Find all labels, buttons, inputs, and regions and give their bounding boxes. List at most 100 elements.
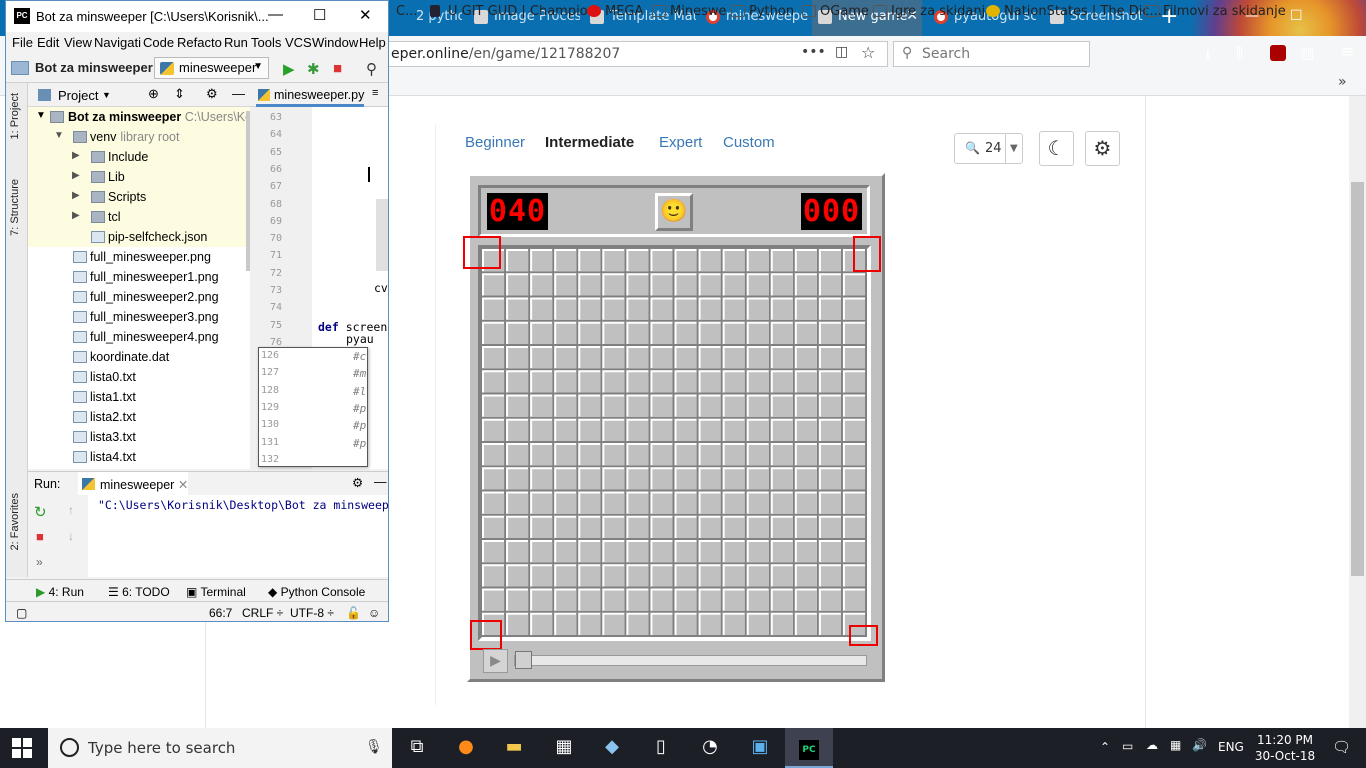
maximize-icon[interactable]: ☐ [1290, 8, 1303, 24]
mine-cell[interactable] [722, 588, 747, 613]
mine-cell[interactable] [482, 588, 507, 613]
tree-item[interactable]: pip-selfcheck.json [28, 227, 250, 247]
mine-cell[interactable] [674, 443, 699, 468]
mine-cell[interactable] [506, 515, 531, 540]
mode-custom-link[interactable]: Custom [723, 134, 775, 151]
mine-cell[interactable] [818, 588, 843, 613]
bookmark-item[interactable]: MEGA [587, 4, 643, 19]
mine-cell[interactable] [674, 491, 699, 516]
mine-cell[interactable] [698, 321, 723, 346]
debug-icon[interactable]: ✱ [307, 60, 320, 78]
mine-cell[interactable] [506, 467, 531, 492]
settings-button[interactable]: ⚙ [1085, 131, 1120, 166]
store-icon[interactable]: ▦ [540, 728, 588, 768]
mine-cell[interactable] [530, 297, 555, 322]
mine-cell[interactable] [530, 346, 555, 371]
mine-cell[interactable] [506, 612, 531, 637]
chevron-right-icon[interactable]: ▶ [72, 190, 80, 201]
search-input[interactable]: ⚲ Search [893, 41, 1090, 67]
mine-cell[interactable] [602, 564, 627, 589]
mine-cell[interactable] [818, 467, 843, 492]
line-separator[interactable]: CRLF ÷ [242, 606, 283, 620]
mine-cell[interactable] [722, 515, 747, 540]
mine-cell[interactable] [794, 540, 819, 565]
bookmark-folder[interactable]: Mineswe [652, 4, 726, 19]
mine-cell[interactable] [722, 612, 747, 637]
mine-cell[interactable] [530, 273, 555, 298]
mine-cell[interactable] [530, 564, 555, 589]
minimize-icon[interactable]: — [268, 6, 283, 23]
mine-cell[interactable] [818, 370, 843, 395]
tree-item[interactable]: ▶ Scripts [28, 187, 250, 207]
close-icon[interactable]: ✕ [178, 478, 188, 492]
mine-cell[interactable] [674, 370, 699, 395]
mine-cell[interactable] [578, 515, 603, 540]
mine-cell[interactable] [722, 491, 747, 516]
mine-cell[interactable] [482, 370, 507, 395]
bookmark-folder[interactable]: Filmovi za skidanje [1145, 4, 1286, 19]
tree-item[interactable]: full_minesweeper1.png [28, 267, 250, 287]
tree-item[interactable]: lista0.txt [28, 367, 250, 387]
mine-cell[interactable] [602, 467, 627, 492]
mine-cell[interactable] [794, 321, 819, 346]
mine-cell[interactable] [818, 249, 843, 274]
mine-cell[interactable] [650, 273, 675, 298]
clock-date[interactable]: 30-Oct-18 [1250, 749, 1320, 763]
mine-cell[interactable] [794, 394, 819, 419]
mine-cell[interactable] [794, 297, 819, 322]
tab-structure[interactable]: 7: Structure [9, 179, 21, 236]
mine-cell[interactable] [698, 297, 723, 322]
mine-cell[interactable] [578, 346, 603, 371]
mine-cell[interactable] [746, 540, 771, 565]
mine-cell[interactable] [626, 467, 651, 492]
mine-cell[interactable] [530, 515, 555, 540]
mine-cell[interactable] [794, 612, 819, 637]
tree-item[interactable]: lista1.txt [28, 387, 250, 407]
gear-icon[interactable]: ⚙ [206, 86, 218, 102]
mine-cell[interactable] [674, 346, 699, 371]
tab-python-console[interactable]: ◆ Python Console [268, 585, 365, 599]
tab-favorites[interactable]: 2: Favorites [9, 493, 21, 550]
mine-cell[interactable] [626, 612, 651, 637]
3d-box-icon[interactable]: ◆ [588, 728, 636, 768]
tab-run[interactable]: ▶ 4: Run [36, 585, 84, 599]
mine-cell[interactable] [530, 394, 555, 419]
mine-cell[interactable] [842, 394, 867, 419]
mine-cell[interactable] [650, 297, 675, 322]
menu-help[interactable]: Help [359, 35, 386, 50]
mine-cell[interactable] [746, 394, 771, 419]
tab-list-icon[interactable]: ≡ [372, 87, 378, 99]
mine-cell[interactable] [842, 491, 867, 516]
mine-cell[interactable] [554, 321, 579, 346]
mine-cell[interactable] [482, 443, 507, 468]
mine-cell[interactable] [842, 515, 867, 540]
mine-cell[interactable] [650, 443, 675, 468]
mine-cell[interactable] [770, 443, 795, 468]
mine-cell[interactable] [770, 588, 795, 613]
mine-cell[interactable] [482, 297, 507, 322]
mine-cell[interactable] [698, 540, 723, 565]
mine-cell[interactable] [818, 321, 843, 346]
mine-cell[interactable] [674, 515, 699, 540]
collapse-icon[interactable]: ⇕ [174, 86, 185, 102]
mine-cell[interactable] [554, 491, 579, 516]
task-view-icon[interactable]: ⧉ [393, 728, 441, 768]
mine-cell[interactable] [506, 418, 531, 443]
mine-cell[interactable] [506, 297, 531, 322]
run-icon[interactable]: ▶ [283, 60, 295, 78]
mine-cell[interactable] [746, 249, 771, 274]
mine-cell[interactable] [554, 418, 579, 443]
mine-cell[interactable] [506, 588, 531, 613]
mine-cell[interactable] [578, 273, 603, 298]
mine-cell[interactable] [818, 273, 843, 298]
mine-cell[interactable] [626, 297, 651, 322]
mine-cell[interactable] [602, 394, 627, 419]
mine-cell[interactable] [746, 612, 771, 637]
mine-cell[interactable] [674, 394, 699, 419]
menu-run[interactable]: Run [224, 35, 248, 50]
mine-cell[interactable] [578, 418, 603, 443]
mine-cell[interactable] [506, 346, 531, 371]
tree-item[interactable]: lista3.txt [28, 427, 250, 447]
mine-cell[interactable] [554, 515, 579, 540]
mine-cell[interactable] [482, 394, 507, 419]
